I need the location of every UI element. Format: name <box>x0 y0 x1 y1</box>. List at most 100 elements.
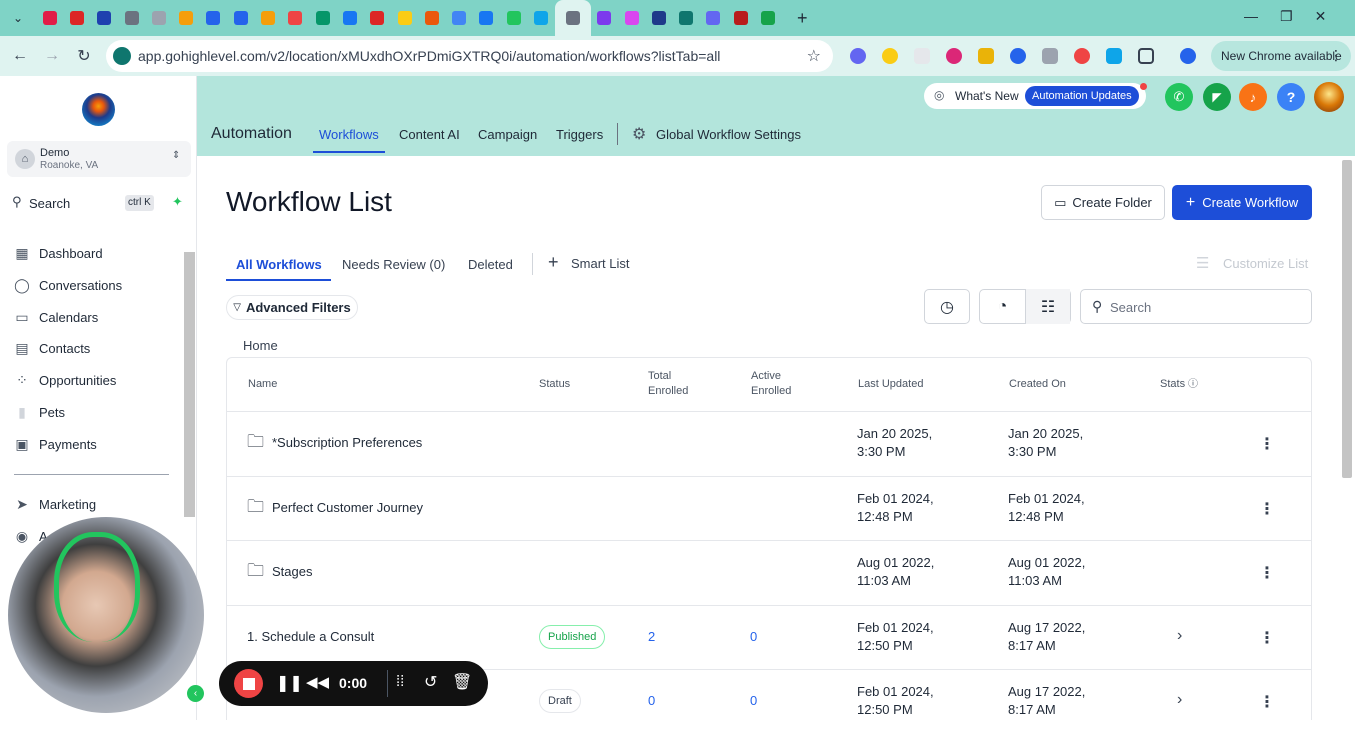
subtab-deleted[interactable]: Deleted <box>468 257 513 272</box>
new-tab-button[interactable]: + <box>782 0 823 36</box>
extension-icon[interactable] <box>914 48 930 64</box>
restore-button[interactable]: ❐ <box>1280 8 1293 25</box>
phone-icon[interactable]: ✆ <box>1165 83 1193 111</box>
browser-tab[interactable] <box>591 0 618 36</box>
extension-icon[interactable] <box>1074 48 1090 64</box>
table-row[interactable]: 1. Schedule a Consult Published 2 0 › Feb 01 … <box>226 604 1312 669</box>
browser-tab[interactable] <box>754 0 781 36</box>
extension-icon[interactable] <box>946 48 962 64</box>
sidebar-item-calendars[interactable]: ▭ Calendars <box>14 305 98 329</box>
global-workflow-settings-link[interactable]: Global Workflow Settings <box>656 127 801 142</box>
puzzle-icon[interactable] <box>1138 48 1154 64</box>
back-button[interactable]: ← <box>4 40 36 72</box>
reload-button[interactable]: ↻ <box>68 40 100 72</box>
workflow-name[interactable]: Stages <box>272 563 312 581</box>
subtab-needs-review[interactable]: Needs Review (0) <box>342 257 445 272</box>
stop-recording-button[interactable] <box>234 669 263 698</box>
column-header-status[interactable]: Status <box>539 377 570 392</box>
total-enrolled-count[interactable]: 2 <box>648 628 655 646</box>
browser-tab[interactable] <box>700 0 727 36</box>
sidebar-item-contacts[interactable]: ▤ Contacts <box>14 336 90 360</box>
subtab-all-workflows[interactable]: All Workflows <box>236 257 322 272</box>
breadcrumb[interactable]: Home <box>243 338 278 353</box>
profile-avatar-icon[interactable] <box>1180 48 1196 64</box>
sparkle-icon[interactable]: ✦ <box>172 194 183 210</box>
forward-button[interactable]: → <box>36 40 68 72</box>
row-menu-kebab-icon[interactable]: ⋮ <box>1259 499 1275 518</box>
row-menu-kebab-icon[interactable]: ⋮ <box>1259 692 1275 711</box>
extension-icon[interactable] <box>978 48 994 64</box>
column-header-last-updated[interactable]: Last Updated <box>858 377 923 392</box>
new-chrome-available-button[interactable]: New Chrome available ⋮ <box>1211 41 1351 71</box>
rewind-button[interactable]: ◀◀ <box>306 673 329 691</box>
create-folder-button[interactable]: ▭ Create Folder <box>1041 185 1165 220</box>
browser-tab[interactable] <box>727 0 754 36</box>
column-header-total-enrolled[interactable]: Enrolled <box>648 384 688 399</box>
folder-row[interactable]: 🗀 *Subscription Preferences Jan 20 2025, 3:… <box>226 411 1312 475</box>
browser-tab[interactable] <box>200 0 227 36</box>
column-header-active-enrolled[interactable]: Active <box>751 369 781 384</box>
main-scrollbar[interactable] <box>1342 160 1352 478</box>
sidebar-item-conversations[interactable]: ◯ Conversations <box>14 273 122 297</box>
browser-tab[interactable] <box>418 0 445 36</box>
workflow-search-input[interactable]: ⚲ Search <box>1080 289 1312 324</box>
chevron-right-icon[interactable]: › <box>1177 691 1182 709</box>
pause-button[interactable]: ❚❚ <box>276 673 303 693</box>
workflow-name[interactable]: 1. Schedule a Consult <box>247 628 374 646</box>
webcam-bubble[interactable] <box>8 517 204 713</box>
browser-tab[interactable] <box>309 0 336 36</box>
browser-tab[interactable] <box>554 0 591 36</box>
browser-tab[interactable] <box>618 0 645 36</box>
total-enrolled-count[interactable]: 0 <box>648 692 655 710</box>
column-header-name[interactable]: Name <box>248 377 277 392</box>
clock-icon[interactable]: ◔ <box>980 298 1025 316</box>
smart-list-button[interactable]: Smart List <box>571 256 630 271</box>
account-switcher[interactable]: ⌂ Demo Roanoke, VA ⇕ <box>7 141 191 177</box>
whats-new-pill[interactable]: ◎ What's New Automation Updates <box>924 83 1147 109</box>
browser-tab[interactable] <box>391 0 418 36</box>
tab-triggers[interactable]: Triggers <box>556 127 603 142</box>
help-icon[interactable]: ? <box>1277 83 1305 111</box>
announcement-icon[interactable]: ◤ <box>1203 83 1231 111</box>
sidebar-item-payments[interactable]: ▣ Payments <box>14 432 96 456</box>
minimize-button[interactable]: — <box>1244 8 1258 25</box>
drag-handle-icon[interactable]: ⁞⁞ <box>396 673 404 690</box>
list-view-icon[interactable]: ☷ <box>1024 289 1070 324</box>
bell-icon[interactable]: ♪ <box>1239 83 1267 111</box>
collapse-sidebar-button[interactable]: ‹ <box>187 685 204 702</box>
sidebar-scrollbar[interactable] <box>184 252 195 517</box>
chevron-right-icon[interactable]: › <box>1177 627 1182 645</box>
row-menu-kebab-icon[interactable]: ⋮ <box>1259 434 1275 453</box>
row-menu-kebab-icon[interactable]: ⋮ <box>1259 628 1275 647</box>
customize-list-button[interactable]: Customize List <box>1223 256 1308 271</box>
address-bar[interactable]: app.gohighlevel.com/v2/location/xMUxdhOX… <box>106 40 833 72</box>
browser-tab[interactable] <box>473 0 500 36</box>
restart-icon[interactable]: ↺ <box>424 672 437 692</box>
column-header-active-enrolled[interactable]: Enrolled <box>751 384 791 399</box>
advanced-filters-button[interactable]: ▽ Advanced Filters <box>226 295 358 320</box>
column-header-total-enrolled[interactable]: Total <box>648 369 671 384</box>
browser-tab[interactable] <box>118 0 145 36</box>
browser-tab[interactable] <box>282 0 309 36</box>
extension-icon[interactable] <box>850 48 866 64</box>
gear-icon[interactable]: ⚙ <box>632 124 646 144</box>
sidebar-item-opportunities[interactable]: ⁘ Opportunities <box>14 368 116 392</box>
sidebar-item-marketing[interactable]: ➤ Marketing <box>14 492 96 516</box>
trash-icon[interactable]: 🗑 <box>452 672 472 692</box>
browser-tab[interactable] <box>36 0 63 36</box>
browser-tab[interactable] <box>500 0 527 36</box>
folder-row[interactable]: 🗀 Stages Aug 01 2022, 11:03 AM Aug 01 2022, 1… <box>226 540 1312 604</box>
browser-tab[interactable] <box>364 0 391 36</box>
column-header-stats[interactable]: Stats <box>1160 377 1185 392</box>
browser-tab[interactable] <box>645 0 672 36</box>
extension-icon[interactable] <box>1042 48 1058 64</box>
browser-tab[interactable] <box>145 0 172 36</box>
browser-tab[interactable] <box>172 0 199 36</box>
automation-updates-badge[interactable]: Automation Updates <box>1025 86 1139 106</box>
tab-campaign[interactable]: Campaign <box>478 127 537 142</box>
browser-tab[interactable] <box>527 0 554 36</box>
info-icon[interactable]: ⓘ <box>1188 377 1198 392</box>
create-workflow-button[interactable]: + Create Workflow <box>1172 185 1312 220</box>
row-menu-kebab-icon[interactable]: ⋮ <box>1259 563 1275 582</box>
tab-workflows[interactable]: Workflows <box>319 127 379 142</box>
